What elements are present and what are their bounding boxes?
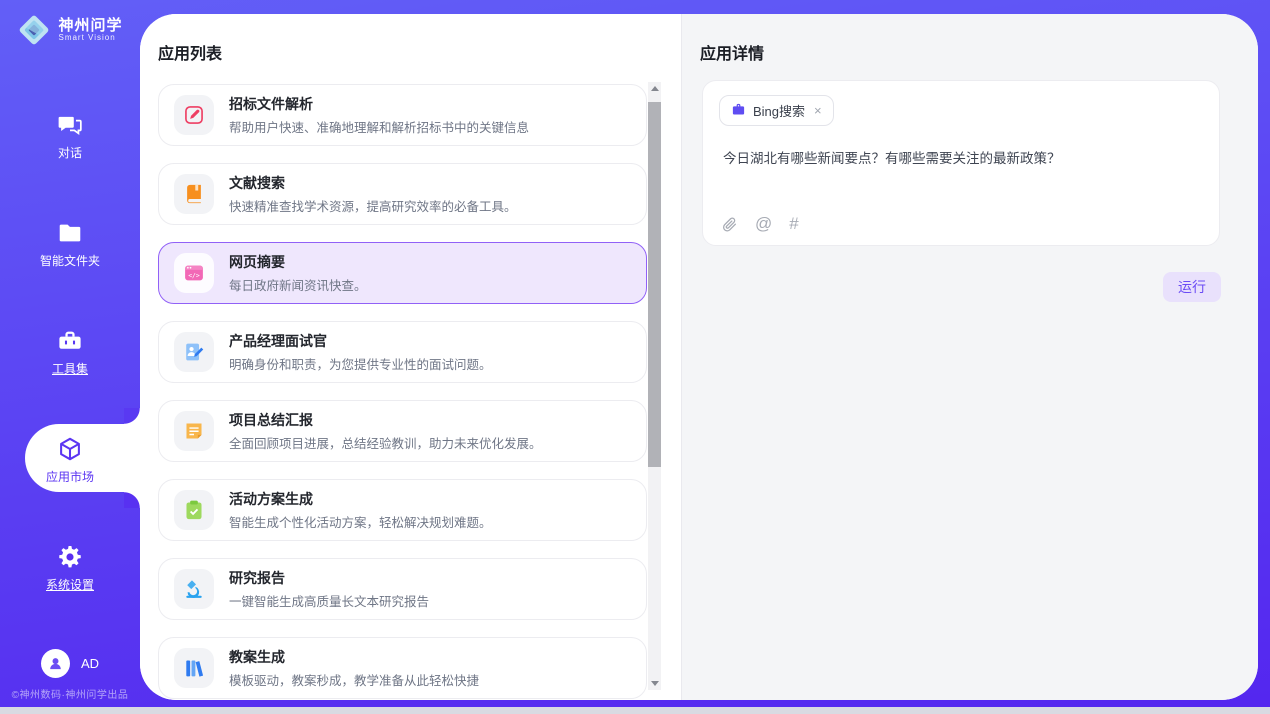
- cube-icon: [57, 436, 83, 462]
- gear-icon: [57, 544, 83, 570]
- resume-icon: [183, 341, 205, 363]
- sidebar-item-label: 智能文件夹: [40, 252, 100, 269]
- tag-close-icon[interactable]: ×: [814, 103, 822, 118]
- app-card-title: 产品经理面试官: [229, 331, 492, 351]
- sidebar-item-label: 工具集: [52, 360, 88, 377]
- scroll-down-button[interactable]: [648, 677, 661, 690]
- input-toolbar: @#: [721, 215, 799, 233]
- app-icon-tile: [174, 332, 214, 372]
- prompt-input[interactable]: 今日湖北有哪些新闻要点？有哪些需要关注的最新政策？: [723, 149, 1199, 169]
- main-frame: 应用列表 招标文件解析帮助用户快速、准确地理解和解析招标书中的关键信息文献搜索快…: [140, 14, 1258, 700]
- sidebar-item-对话[interactable]: 对话: [0, 112, 140, 164]
- app-card-title: 网页摘要: [229, 252, 367, 272]
- app-card-desc: 帮助用户快速、准确地理解和解析招标书中的关键信息: [229, 117, 529, 136]
- tool-tag-label: Bing搜索: [753, 101, 805, 120]
- app-logo: 神州问学 Smart Vision: [0, 13, 140, 47]
- app-card-title: 活动方案生成: [229, 489, 492, 509]
- app-card-desc: 智能生成个性化活动方案，轻松解决规划难题。: [229, 512, 492, 531]
- app-list-title: 应用列表: [158, 40, 222, 64]
- app-card-list: 招标文件解析帮助用户快速、准确地理解和解析招标书中的关键信息文献搜索快速精准查找…: [158, 84, 647, 699]
- app-card-title: 项目总结汇报: [229, 410, 542, 430]
- sidebar-item-label: 对话: [58, 144, 82, 161]
- app-card-网页摘要[interactable]: </> 网页摘要每日政府新闻资讯快查。: [158, 242, 647, 304]
- app-detail-panel: 应用详情 Bing搜索 × 今日湖北有哪些新闻要点？有哪些需要关注的最新政策？ …: [682, 14, 1258, 700]
- clipboard-check-icon: [183, 499, 205, 521]
- paperclip-icon[interactable]: [721, 216, 738, 233]
- logo-subtitle: Smart Vision: [58, 34, 122, 42]
- app-icon-tile: [174, 490, 214, 530]
- sidebar-item-label: 应用市场: [46, 468, 94, 485]
- sidebar-item-应用市场[interactable]: 应用市场: [0, 436, 140, 488]
- app-card-title: 教案生成: [229, 647, 479, 667]
- app-icon-tile: [174, 569, 214, 609]
- bottom-strip: [0, 707, 1270, 714]
- microscope-icon: [183, 578, 205, 600]
- user-initials: AD: [81, 656, 99, 671]
- book-icon: [183, 183, 205, 205]
- tool-tag-bing-search[interactable]: Bing搜索 ×: [719, 95, 834, 126]
- user-row[interactable]: AD: [0, 649, 140, 678]
- app-icon-tile: </>: [174, 253, 214, 293]
- sidebar-footer: ©神州数码·神州问学出品: [0, 686, 140, 701]
- app-icon-tile: [174, 411, 214, 451]
- app-card-desc: 一键智能生成高质量长文本研究报告: [229, 591, 429, 610]
- note-icon: [183, 420, 205, 442]
- folder-icon: [57, 220, 83, 246]
- app-icon-tile: [174, 95, 214, 135]
- hash-icon[interactable]: #: [789, 215, 798, 233]
- sidebar-nav: 对话智能文件夹工具集应用市场系统设置: [0, 112, 140, 596]
- app-card-招标文件解析[interactable]: 招标文件解析帮助用户快速、准确地理解和解析招标书中的关键信息: [158, 84, 647, 146]
- run-button[interactable]: 运行: [1163, 272, 1221, 302]
- edit-icon: [183, 104, 205, 126]
- app-card-项目总结汇报[interactable]: 项目总结汇报全面回顾项目进展，总结经验教训，助力未来优化发展。: [158, 400, 647, 462]
- svg-text:</>: </>: [188, 271, 200, 279]
- prompt-card: Bing搜索 × 今日湖北有哪些新闻要点？有哪些需要关注的最新政策？ @#: [702, 80, 1220, 246]
- app-card-title: 研究报告: [229, 568, 429, 588]
- scrollbar-thumb[interactable]: [648, 102, 661, 467]
- sidebar-item-系统设置[interactable]: 系统设置: [0, 544, 140, 596]
- app-card-desc: 模板驱动，教案秒成，教学准备从此轻松快捷: [229, 670, 479, 689]
- toolbox-icon: [57, 328, 83, 354]
- chat-icon: [57, 112, 83, 138]
- briefcase-icon: [731, 102, 746, 120]
- avatar[interactable]: [41, 649, 70, 678]
- logo-diamond-icon: [17, 13, 51, 47]
- app-card-desc: 每日政府新闻资讯快查。: [229, 275, 367, 294]
- scrollbar[interactable]: [648, 82, 661, 690]
- app-card-研究报告[interactable]: 研究报告一键智能生成高质量长文本研究报告: [158, 558, 647, 620]
- app-card-产品经理面试官[interactable]: 产品经理面试官明确身份和职责，为您提供专业性的面试问题。: [158, 321, 647, 383]
- sidebar-item-label: 系统设置: [46, 576, 94, 593]
- sidebar-item-工具集[interactable]: 工具集: [0, 328, 140, 380]
- app-card-desc: 明确身份和职责，为您提供专业性的面试问题。: [229, 354, 492, 373]
- mention-icon[interactable]: @: [755, 215, 772, 233]
- app-card-title: 招标文件解析: [229, 94, 529, 114]
- browser-code-icon: </>: [183, 262, 205, 284]
- app-icon-tile: [174, 648, 214, 688]
- scroll-up-button[interactable]: [648, 82, 661, 95]
- sidebar: 神州问学 Smart Vision 对话智能文件夹工具集应用市场系统设置 AD …: [0, 0, 140, 707]
- app-card-desc: 快速精准查找学术资源，提高研究效率的必备工具。: [229, 196, 517, 215]
- sidebar-item-智能文件夹[interactable]: 智能文件夹: [0, 220, 140, 272]
- app-detail-title: 应用详情: [700, 40, 764, 64]
- logo-title: 神州问学: [58, 18, 122, 34]
- app-card-文献搜索[interactable]: 文献搜索快速精准查找学术资源，提高研究效率的必备工具。: [158, 163, 647, 225]
- app-list-panel: 应用列表 招标文件解析帮助用户快速、准确地理解和解析招标书中的关键信息文献搜索快…: [140, 14, 682, 700]
- app-icon-tile: [174, 174, 214, 214]
- app-card-desc: 全面回顾项目进展，总结经验教训，助力未来优化发展。: [229, 433, 542, 452]
- app-card-教案生成[interactable]: 教案生成模板驱动，教案秒成，教学准备从此轻松快捷: [158, 637, 647, 699]
- app-card-title: 文献搜索: [229, 173, 517, 193]
- app-card-活动方案生成[interactable]: 活动方案生成智能生成个性化活动方案，轻松解决规划难题。: [158, 479, 647, 541]
- books-icon: [183, 657, 205, 679]
